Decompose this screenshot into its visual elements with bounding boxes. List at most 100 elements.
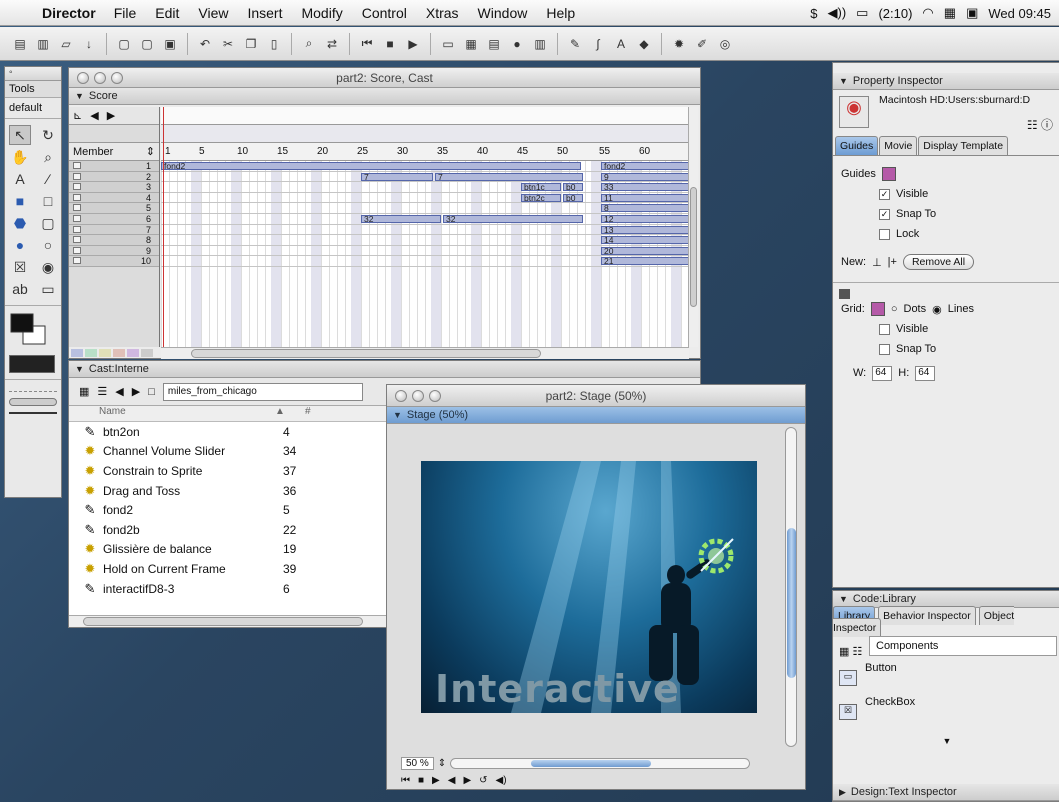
guides-color-swatch[interactable]	[881, 167, 896, 181]
stage-vscroll-thumb[interactable]	[787, 528, 796, 678]
cast-horizontal-scrollbar[interactable]	[69, 615, 389, 627]
script-window-icon[interactable]: ✐	[692, 34, 712, 54]
sprite-channel-2[interactable]: 7 7 9	[161, 172, 689, 183]
close-button-icon[interactable]	[395, 389, 407, 402]
paste-icon[interactable]: ▯	[264, 34, 284, 54]
tab-display-template[interactable]: Display Template	[918, 136, 1009, 155]
vector-window-icon[interactable]: ∫	[588, 34, 608, 54]
undo-icon[interactable]: ↶	[195, 34, 215, 54]
remove-all-button[interactable]: Remove All	[902, 254, 975, 270]
lines-radio[interactable]: ◉	[932, 303, 942, 316]
step-back-icon[interactable]: ◀	[448, 775, 456, 786]
score-scroll-thumb[interactable]	[690, 187, 697, 307]
sprite-channel-9[interactable]: 20	[161, 246, 689, 257]
save-icon[interactable]: ▢	[114, 34, 134, 54]
sprite-span[interactable]: 32	[443, 214, 583, 223]
tools-palette-header[interactable]: ◦	[5, 67, 61, 81]
menu-modify[interactable]: Modify	[301, 5, 342, 21]
tools-mode-dropdown[interactable]: default	[5, 98, 61, 119]
color-chip[interactable]	[85, 349, 97, 357]
channel-row[interactable]: 1	[69, 161, 159, 172]
line-tool-icon[interactable]: ∕	[37, 169, 59, 189]
sprite-channel-4[interactable]: btn2c b0 11	[161, 193, 689, 204]
paint-window-icon[interactable]: ✎	[565, 34, 585, 54]
loop-icon[interactable]: ↺	[479, 775, 487, 786]
channel-toggle-icon[interactable]	[73, 257, 81, 265]
color-chip[interactable]	[127, 349, 139, 357]
minimize-button-icon[interactable]	[94, 71, 106, 84]
new-cast-icon[interactable]: ▥	[33, 34, 53, 54]
property-inspector-header[interactable]: ▼ Property Inspector	[833, 73, 1059, 90]
line-width-medium-icon[interactable]	[9, 412, 57, 414]
score-label-bar[interactable]	[161, 107, 689, 125]
tempo-channel-row[interactable]	[69, 125, 159, 143]
channel-toggle-icon[interactable]	[73, 246, 81, 254]
zoom-button-icon[interactable]	[111, 71, 123, 84]
score-horizontal-scrollbar[interactable]	[161, 347, 689, 359]
channel-row[interactable]: 8	[69, 235, 159, 246]
roundrect-tool-icon[interactable]: ▢	[37, 213, 59, 233]
zoom-stepper-icon[interactable]: ⇕	[438, 758, 446, 769]
sprite-span[interactable]: fond2	[161, 162, 581, 170]
score-titlebar[interactable]: part2: Score, Cast	[69, 68, 700, 88]
filled-ellipse-tool-icon[interactable]: ●	[9, 235, 31, 255]
menu-insert[interactable]: Insert	[247, 5, 282, 21]
channel-row[interactable]: 5	[69, 203, 159, 214]
rewind-icon[interactable]: ⏮	[401, 775, 410, 786]
cut-icon[interactable]: ✂	[218, 34, 238, 54]
guides-lock-checkbox[interactable]	[879, 228, 890, 240]
arrow-tool-icon[interactable]: ↖	[9, 125, 31, 145]
wifi-icon[interactable]: ◠	[922, 5, 933, 21]
fore-back-color-icon[interactable]	[9, 312, 49, 346]
effects-channels[interactable]	[161, 125, 689, 143]
sprite-span[interactable]: 21	[601, 257, 689, 266]
sprite-span[interactable]: 9	[601, 172, 689, 181]
hand-tool-icon[interactable]: ✋	[9, 147, 31, 167]
prev-member-icon[interactable]: ◀	[115, 385, 123, 398]
color-chip[interactable]	[113, 349, 125, 357]
cast-window-icon[interactable]: ▦	[461, 34, 481, 54]
tab-movie[interactable]: Movie	[879, 136, 918, 155]
exchange-icon[interactable]: ⇄	[322, 34, 342, 54]
channel-toggle-icon[interactable]	[73, 183, 81, 191]
behavior-inspector-icon[interactable]: ✹	[669, 34, 689, 54]
stage-vertical-scrollbar[interactable]	[785, 427, 797, 747]
guides-visible-checkbox[interactable]: ✓	[879, 188, 890, 200]
pattern-swatch[interactable]	[9, 355, 55, 373]
keyboard-flag-icon[interactable]: ▦	[944, 5, 956, 21]
play-icon[interactable]: ▶	[403, 34, 423, 54]
sprite-span[interactable]: 11	[601, 193, 689, 202]
new-movie-icon[interactable]: ▤	[10, 34, 30, 54]
radio-tool-icon[interactable]: ◉	[37, 257, 59, 277]
score-hscroll-thumb[interactable]	[191, 349, 541, 358]
sprite-span[interactable]: 32	[361, 214, 441, 223]
guides-snap-checkbox[interactable]: ✓	[879, 208, 890, 220]
sprite-channel-3[interactable]: btn1c b0 33	[161, 182, 689, 193]
horizontal-guide-icon[interactable]: ⊥	[872, 256, 882, 269]
score-section-header[interactable]: ▼ Score	[69, 88, 700, 105]
shockwave-3d-icon[interactable]: ◆	[634, 34, 654, 54]
button-tool-icon[interactable]: ▭	[37, 279, 59, 299]
disclosure-triangle-icon[interactable]: ▼	[75, 91, 84, 101]
field-tool-icon[interactable]: ab	[9, 279, 31, 299]
color-chip[interactable]	[141, 349, 153, 357]
channel-toggle-icon[interactable]	[73, 214, 81, 222]
channel-toggle-icon[interactable]	[73, 172, 81, 180]
cast-member-name-field[interactable]: miles_from_chicago	[162, 382, 363, 401]
scroll-down-arrow-icon[interactable]: ▼	[833, 736, 1059, 746]
frame-ruler[interactable]: 1 5 10 15 20 25 30 35 40 45 50 55 60	[161, 143, 689, 161]
menu-control[interactable]: Control	[362, 5, 407, 21]
open-icon[interactable]: ▱	[56, 34, 76, 54]
member-display-row[interactable]: Member ⇕	[69, 143, 159, 161]
sprite-span[interactable]: btn2c	[521, 193, 561, 202]
play-icon[interactable]: ▶	[432, 775, 440, 786]
channel-toggle-icon[interactable]	[73, 236, 81, 244]
property-inspector-icon[interactable]: ●	[507, 34, 527, 54]
sprite-span[interactable]: 20	[601, 246, 689, 255]
menu-edit[interactable]: Edit	[155, 5, 179, 21]
library-palette-icon[interactable]: ▥	[530, 34, 550, 54]
import-icon[interactable]: ↓	[79, 34, 99, 54]
volume-icon[interactable]: ◀)	[496, 775, 507, 786]
disclosure-triangle-icon[interactable]: ▼	[75, 364, 84, 374]
copy-icon[interactable]: ❐	[241, 34, 261, 54]
